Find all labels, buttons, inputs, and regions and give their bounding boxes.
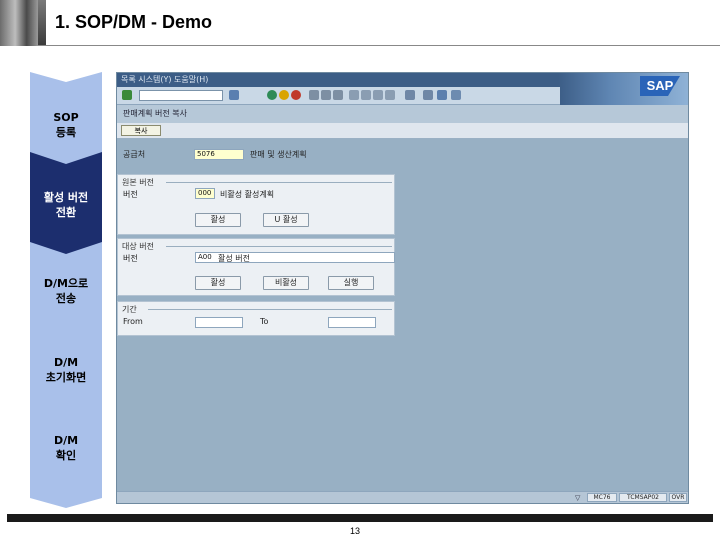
- slide-title: 1. SOP/DM - Demo: [55, 12, 213, 32]
- title-divider: [38, 45, 720, 46]
- application-toolbar: 복사: [117, 123, 688, 139]
- prev-page-icon[interactable]: [361, 90, 371, 100]
- target-version-group: 대상 버전 버전 A00 활성 버전 활성 비활성 실행: [117, 238, 395, 296]
- target-version-desc: 활성 버전: [218, 254, 250, 263]
- groupbox-line: [166, 246, 392, 247]
- target-deactivate-button[interactable]: 비활성: [263, 276, 309, 290]
- source-version-group: 원본 버전 버전 000 비활성 활성계획 활성 U 활성: [117, 174, 395, 235]
- find-next-icon[interactable]: [333, 90, 343, 100]
- step-dm-check: D/M 확인: [53, 433, 79, 462]
- from-label: From: [123, 317, 143, 326]
- command-field[interactable]: [139, 90, 223, 101]
- step-active-version: 활성 버전 전환: [43, 191, 89, 219]
- plant-description: 판매 및 생산계획: [250, 150, 307, 159]
- logo-band: [38, 0, 46, 46]
- step-transfer-dm: D/M으로 전송: [43, 276, 89, 305]
- sap-logo: SAP: [640, 76, 680, 96]
- screen-title: 판매계획 버전 복사: [117, 105, 688, 123]
- first-page-icon[interactable]: [349, 90, 359, 100]
- source-version-field[interactable]: 000: [195, 188, 215, 199]
- sap-standard-toolbar: [117, 87, 560, 105]
- new-session-icon[interactable]: [405, 90, 415, 100]
- source-version-desc: 비활성 활성계획: [220, 190, 275, 199]
- status-expand-icon[interactable]: ▽: [575, 494, 580, 502]
- period-from-field[interactable]: [195, 317, 243, 328]
- version-label: 버전: [123, 254, 138, 263]
- next-page-icon[interactable]: [373, 90, 383, 100]
- cancel-icon[interactable]: [291, 90, 301, 100]
- status-transaction: MC76: [587, 493, 617, 502]
- copy-button[interactable]: 복사: [121, 125, 161, 136]
- enter-icon[interactable]: [122, 90, 132, 100]
- groupbox-line: [166, 182, 392, 183]
- sap-header-banner: SAP: [558, 73, 688, 105]
- last-page-icon[interactable]: [385, 90, 395, 100]
- activate-button[interactable]: 활성: [195, 213, 241, 227]
- groupbox-title: 원본 버전: [120, 177, 156, 188]
- print-icon[interactable]: [309, 90, 319, 100]
- u-activate-button[interactable]: U 활성: [263, 213, 309, 227]
- status-server: TCMSAP02: [619, 493, 667, 502]
- period-group: 기간 From To: [117, 301, 395, 336]
- sap-window: 목록 시스템(Y) 도움말(H) SAP 판매계획 버전 복사 복사 공급처 5…: [116, 72, 689, 504]
- plant-label: 공급처: [123, 150, 146, 159]
- execute-button[interactable]: 실행: [328, 276, 374, 290]
- groupbox-title: 기간: [120, 304, 139, 315]
- company-logo: [0, 0, 38, 46]
- exit-icon[interactable]: [279, 90, 289, 100]
- back-icon[interactable]: [267, 90, 277, 100]
- shortcut-icon[interactable]: [423, 90, 433, 100]
- layout-icon[interactable]: [451, 90, 461, 100]
- status-bar: ▽ MC76 TCMSAP02 OVR: [117, 491, 688, 503]
- help-icon[interactable]: [437, 90, 447, 100]
- page-number: 13: [350, 526, 361, 536]
- target-activate-button[interactable]: 활성: [195, 276, 241, 290]
- target-version-value: A00: [198, 253, 212, 261]
- footer-bar: [7, 514, 713, 522]
- groupbox-title: 대상 버전: [120, 241, 156, 252]
- step-sop-register: SOP 등록: [53, 111, 79, 139]
- step-dm-initial: D/M 초기화면: [45, 355, 87, 384]
- to-label: To: [260, 317, 269, 326]
- groupbox-line: [148, 309, 392, 310]
- period-to-field[interactable]: [328, 317, 376, 328]
- version-label: 버전: [123, 190, 138, 199]
- status-mode: OVR: [669, 493, 687, 502]
- save-icon[interactable]: [229, 90, 239, 100]
- plant-field[interactable]: 5076: [194, 149, 244, 160]
- find-icon[interactable]: [321, 90, 331, 100]
